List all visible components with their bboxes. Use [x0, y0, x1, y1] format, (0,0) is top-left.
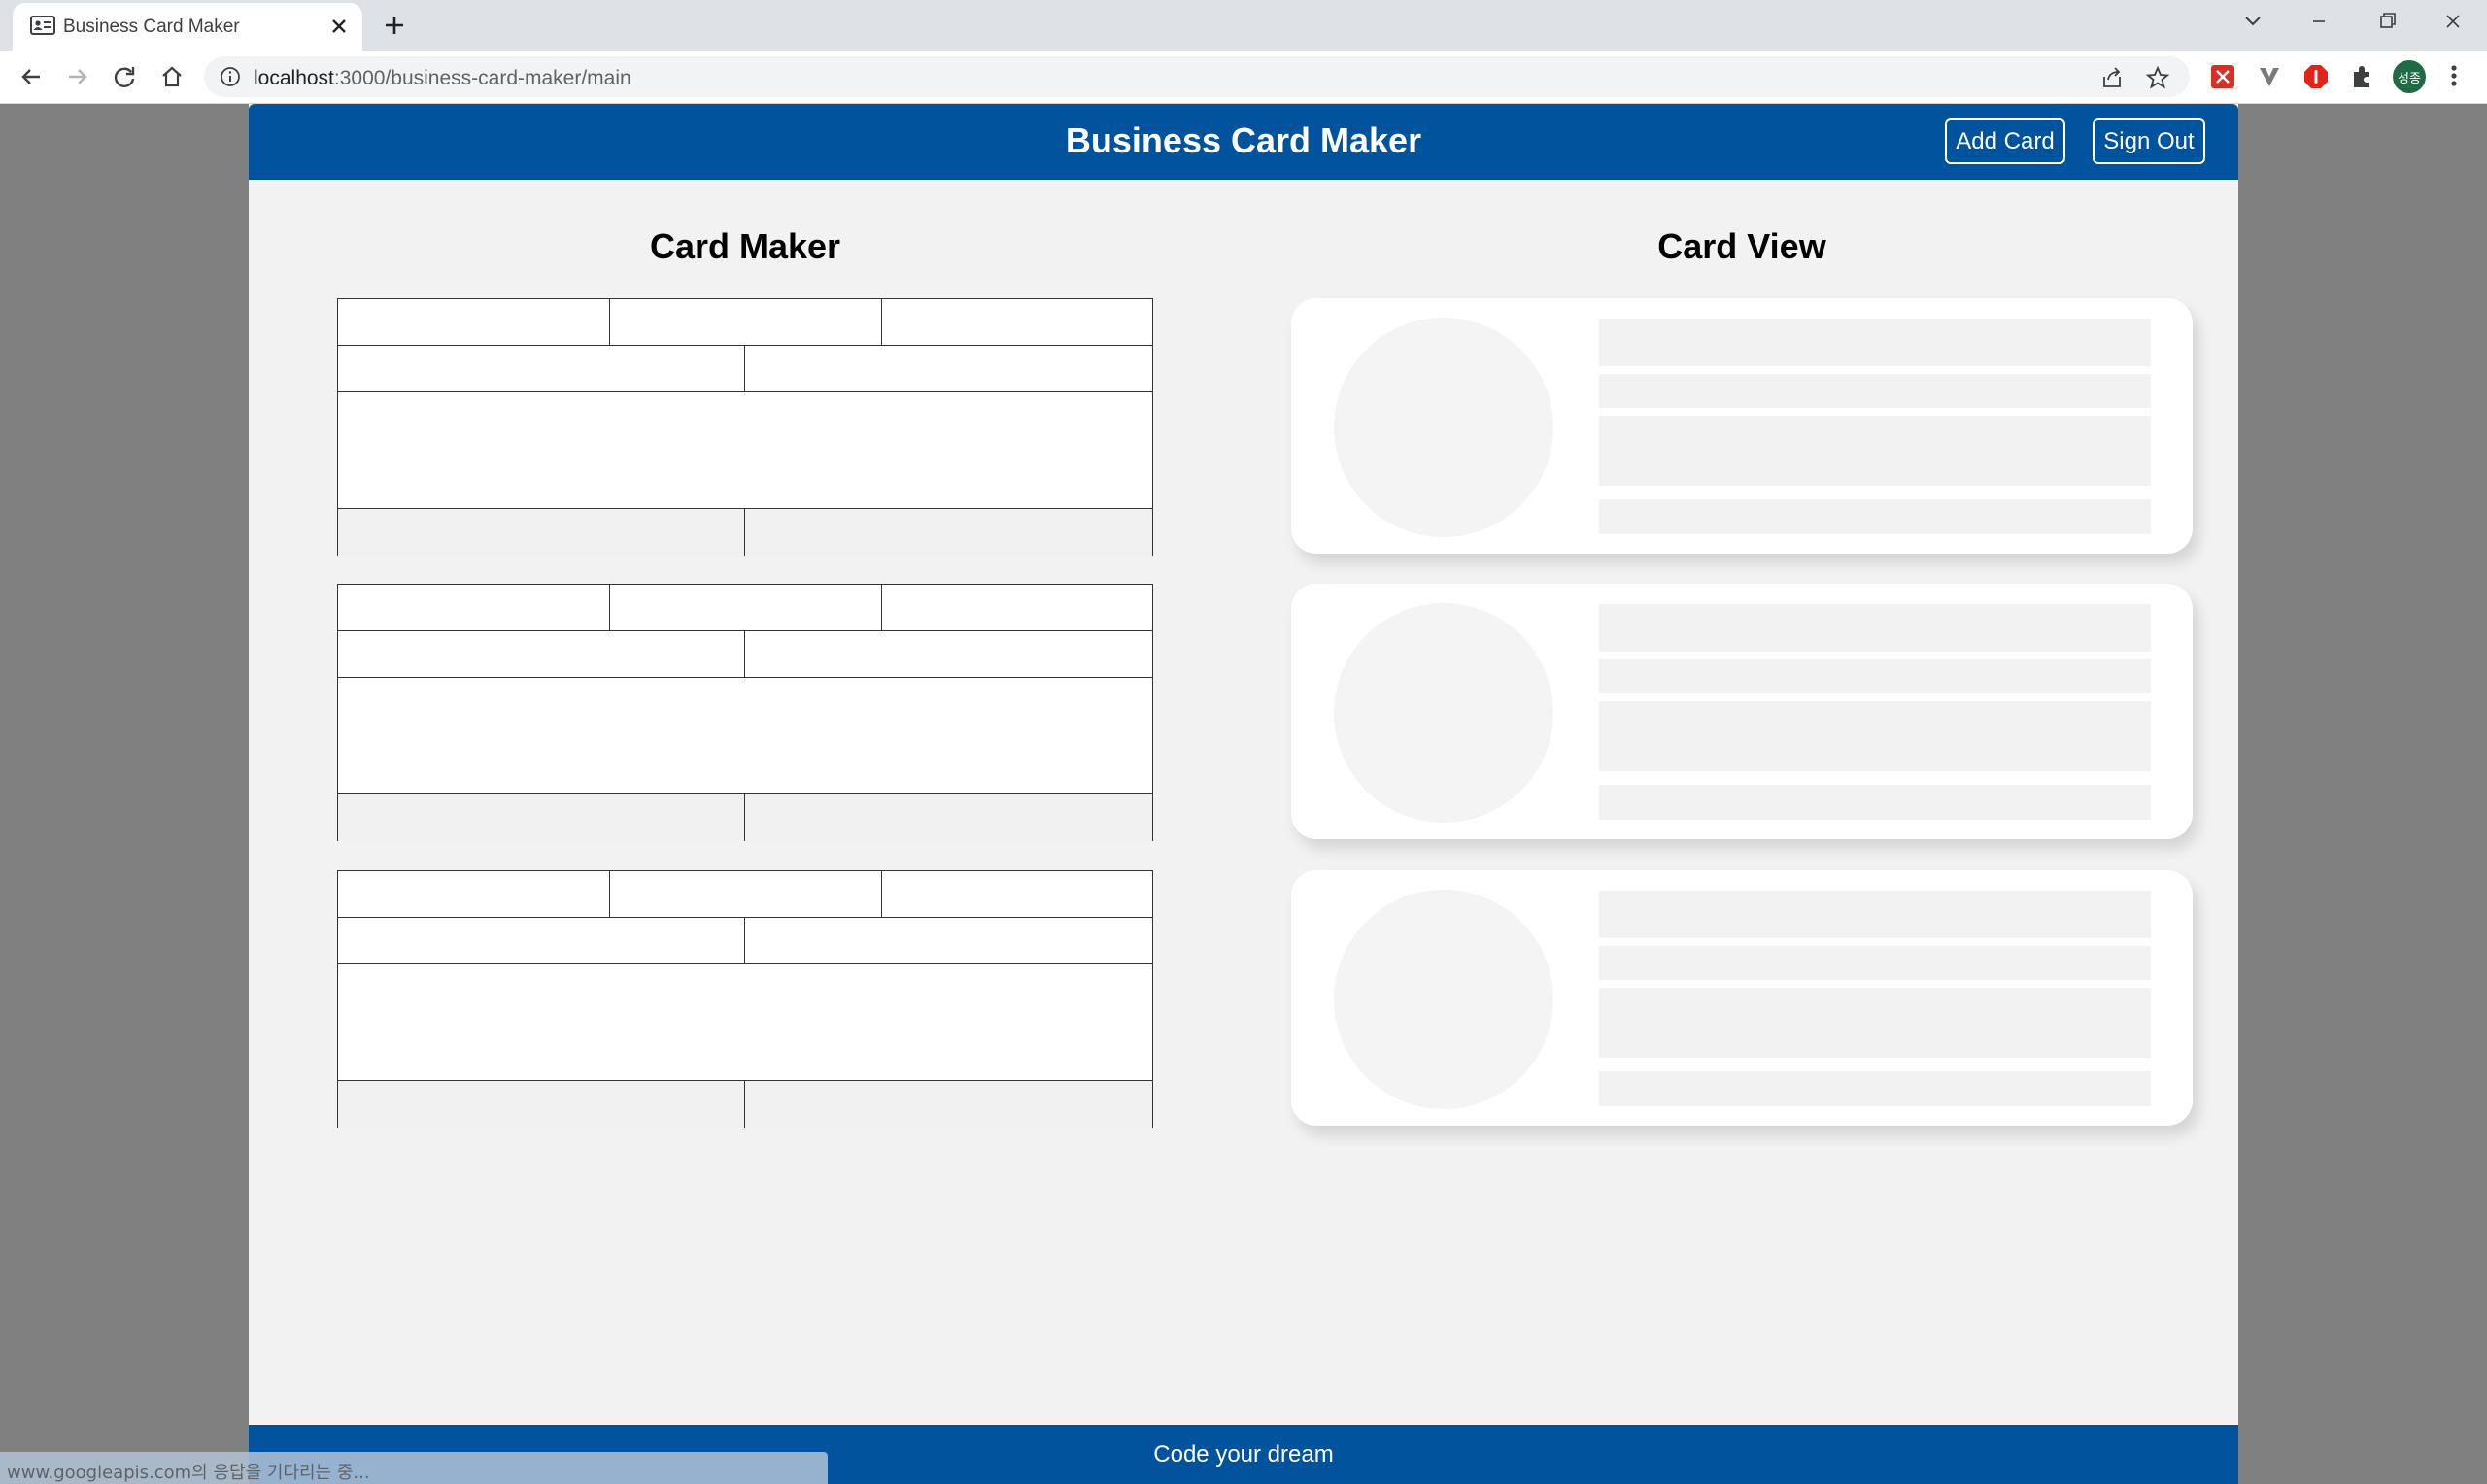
app-header: Business Card Maker Add Card Sign Out	[249, 104, 2238, 180]
browser-tab-strip: Business Card Maker	[0, 0, 2487, 51]
card-edit-form	[337, 870, 1153, 1128]
email-input[interactable]	[745, 631, 1152, 678]
info-icon[interactable]	[220, 66, 241, 87]
add-card-button[interactable]: Add Card	[1945, 118, 2065, 164]
theme-select[interactable]	[882, 585, 1152, 631]
card-name-placeholder	[1599, 319, 2151, 366]
sign-out-button[interactable]: Sign Out	[2093, 118, 2205, 164]
card-name-placeholder	[1599, 891, 2151, 938]
extension-stop-icon[interactable]	[2302, 63, 2330, 90]
url-path: :3000/business-card-maker/main	[333, 67, 631, 89]
page-viewport: Business Card Maker Add Card Sign Out Ca…	[0, 104, 2487, 1484]
card-message-placeholder	[1599, 499, 2151, 534]
card-avatar-placeholder	[1334, 890, 1553, 1109]
title-input[interactable]	[338, 346, 745, 392]
message-textarea[interactable]	[338, 964, 1152, 1081]
bookmark-star-icon[interactable]	[2145, 65, 2170, 90]
file-upload-button[interactable]	[338, 794, 745, 841]
reload-icon[interactable]	[110, 62, 139, 91]
card-message-placeholder	[1599, 785, 2151, 820]
window-close-icon[interactable]	[2436, 8, 2470, 35]
address-bar[interactable]: localhost:3000/business-card-maker/main	[204, 56, 2190, 97]
title-input[interactable]	[338, 918, 745, 964]
delete-button[interactable]	[745, 794, 1152, 841]
card-company-placeholder	[1599, 659, 2151, 693]
preview-title: Card View	[1657, 226, 1826, 266]
minimize-icon[interactable]	[2302, 8, 2335, 35]
home-icon[interactable]	[157, 62, 187, 91]
new-tab-icon[interactable]	[379, 10, 410, 41]
message-textarea[interactable]	[338, 678, 1152, 794]
email-input[interactable]	[745, 346, 1152, 392]
delete-button[interactable]	[745, 509, 1152, 556]
delete-button[interactable]	[745, 1081, 1152, 1128]
card-avatar-placeholder	[1334, 603, 1553, 823]
maker-title: Card Maker	[649, 226, 841, 266]
email-input[interactable]	[745, 918, 1152, 964]
title-input[interactable]	[338, 631, 745, 678]
browser-toolbar: localhost:3000/business-card-maker/main	[0, 51, 2487, 104]
file-upload-button[interactable]	[338, 1081, 745, 1128]
name-input[interactable]	[338, 871, 610, 918]
name-input[interactable]	[338, 585, 610, 631]
extension-red-icon[interactable]	[2209, 63, 2236, 90]
close-icon[interactable]	[325, 13, 353, 40]
url-host: localhost	[254, 67, 334, 89]
card-name-placeholder	[1599, 604, 2151, 652]
restore-icon[interactable]	[2370, 8, 2403, 35]
card-title-placeholder	[1599, 988, 2151, 1058]
tab-title: Business Card Maker	[63, 17, 240, 37]
card-title-placeholder	[1599, 701, 2151, 771]
card-edit-form	[337, 584, 1153, 841]
chevron-down-icon[interactable]	[2236, 8, 2269, 35]
card-preview	[1291, 870, 2193, 1126]
card-edit-form	[337, 298, 1153, 556]
file-upload-button[interactable]	[338, 509, 745, 556]
name-input[interactable]	[338, 299, 610, 346]
back-icon[interactable]	[17, 62, 46, 91]
message-textarea[interactable]	[338, 392, 1152, 509]
url-text[interactable]: localhost:3000/business-card-maker/main	[254, 67, 631, 90]
forward-icon[interactable]	[63, 62, 92, 91]
card-message-placeholder	[1599, 1071, 2151, 1106]
company-input[interactable]	[610, 871, 882, 918]
extension-v-icon[interactable]	[2256, 63, 2283, 90]
app-title: Business Card Maker	[1065, 120, 1422, 160]
extensions-puzzle-icon[interactable]	[2349, 63, 2376, 90]
profile-avatar[interactable]: 성종	[2393, 60, 2426, 93]
theme-select[interactable]	[882, 871, 1152, 918]
browser-tab[interactable]: Business Card Maker	[13, 3, 362, 51]
status-text: www.googleapis.com의 응답을 기다리는 중...	[7, 1463, 370, 1483]
company-input[interactable]	[610, 585, 882, 631]
status-bubble: www.googleapis.com의 응답을 기다리는 중...	[0, 1452, 828, 1484]
theme-select[interactable]	[882, 299, 1152, 346]
card-title-placeholder	[1599, 416, 2151, 486]
card-avatar-placeholder	[1334, 318, 1553, 537]
contact-card-icon	[30, 16, 55, 35]
card-preview	[1291, 584, 2193, 839]
card-company-placeholder	[1599, 946, 2151, 980]
app-container: Business Card Maker Add Card Sign Out Ca…	[249, 104, 2238, 1484]
more-menu-icon[interactable]	[2441, 61, 2467, 90]
share-icon[interactable]	[2099, 65, 2125, 90]
company-input[interactable]	[610, 299, 882, 346]
card-company-placeholder	[1599, 374, 2151, 408]
card-preview	[1291, 298, 2193, 554]
